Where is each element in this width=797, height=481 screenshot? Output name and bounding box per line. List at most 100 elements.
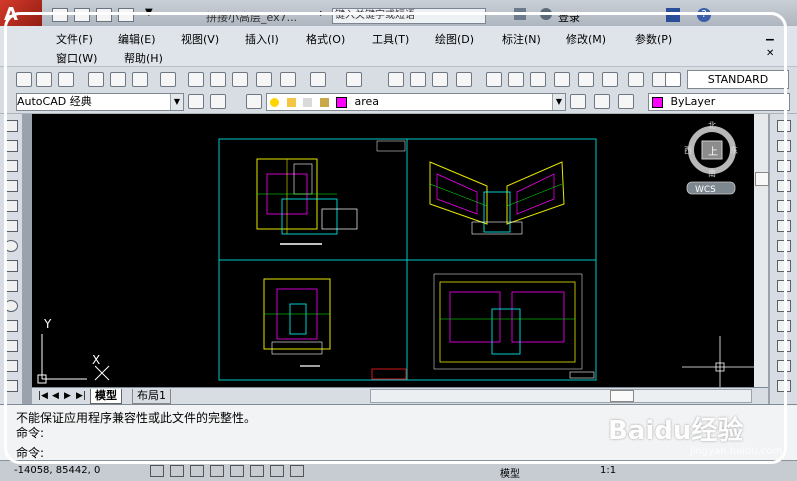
lineweight-icon[interactable]: [290, 465, 304, 477]
menu-help[interactable]: 帮助(H): [124, 50, 163, 66]
annotation-scale[interactable]: 1:1: [600, 465, 616, 476]
pan-icon[interactable]: [388, 72, 404, 87]
print-icon[interactable]: [118, 8, 134, 22]
break-icon[interactable]: [777, 340, 791, 352]
layer-state-icon[interactable]: [618, 94, 634, 109]
copy-object-icon[interactable]: [777, 140, 791, 152]
user-icon[interactable]: [540, 8, 552, 20]
make-current-layer-icon[interactable]: [570, 94, 586, 109]
fillet-icon[interactable]: [777, 380, 791, 392]
chevron-down-icon[interactable]: ▼: [170, 94, 183, 110]
workspace-settings-icon[interactable]: [188, 94, 204, 109]
sheet-set-icon[interactable]: [554, 72, 570, 87]
new-file-icon[interactable]: [52, 8, 68, 22]
osnap-icon[interactable]: [230, 465, 244, 477]
quickcalc-icon[interactable]: [602, 72, 618, 87]
menu-tools[interactable]: 工具(T): [372, 31, 409, 47]
open-icon[interactable]: [36, 72, 52, 87]
layer-select[interactable]: area ▼: [266, 93, 566, 111]
match-properties-icon[interactable]: [256, 72, 272, 87]
erase-icon[interactable]: [777, 120, 791, 132]
open-file-icon[interactable]: [74, 8, 90, 22]
circle-icon[interactable]: [4, 240, 18, 252]
plot-icon[interactable]: [88, 72, 104, 87]
viewcube[interactable]: 上 北 南 东 西 WCS: [684, 121, 738, 195]
binoculars-icon[interactable]: [514, 8, 526, 20]
dyn-icon[interactable]: [270, 465, 284, 477]
arc-icon[interactable]: [4, 220, 18, 232]
color-select[interactable]: ByLayer: [648, 93, 790, 111]
text-style-select[interactable]: STANDARD: [687, 70, 789, 89]
calculator-icon[interactable]: [628, 72, 644, 87]
offset-icon[interactable]: [777, 180, 791, 192]
mirror-icon[interactable]: [777, 160, 791, 172]
horizontal-scroll-thumb[interactable]: [610, 390, 634, 402]
hatch-icon[interactable]: [4, 380, 18, 392]
copy-icon[interactable]: [210, 72, 226, 87]
minimize-icon[interactable]: ▁: [766, 30, 774, 41]
workspace-select[interactable]: AutoCAD 经典 ▼: [16, 93, 184, 111]
publish-icon[interactable]: [132, 72, 148, 87]
save-icon[interactable]: [96, 8, 112, 22]
extend-icon[interactable]: [777, 320, 791, 332]
tab-layout1[interactable]: 布局1: [132, 389, 171, 404]
layer-previous-icon[interactable]: [594, 94, 610, 109]
tab-nav-last-icon[interactable]: ▶|: [72, 389, 90, 403]
save-icon[interactable]: [58, 72, 74, 87]
menu-insert[interactable]: 插入(I): [245, 31, 279, 47]
design-center-icon[interactable]: [508, 72, 524, 87]
chamfer-icon[interactable]: [777, 360, 791, 372]
horizontal-scrollbar[interactable]: [370, 389, 752, 403]
model-space-button[interactable]: 模型: [500, 465, 520, 480]
zoom-realtime-icon[interactable]: [410, 72, 426, 87]
tab-model[interactable]: 模型: [90, 389, 122, 404]
menu-dimension[interactable]: 标注(N): [502, 31, 541, 47]
quick-access-dropdown-icon[interactable]: ▼: [145, 7, 153, 18]
polar-icon[interactable]: [210, 465, 224, 477]
snap-icon[interactable]: [150, 465, 164, 477]
help-icon[interactable]: ?: [697, 8, 711, 22]
scale-icon[interactable]: [777, 260, 791, 272]
revision-cloud-icon[interactable]: [4, 260, 18, 272]
menu-file[interactable]: 文件(F): [56, 31, 93, 47]
redo-icon[interactable]: [346, 72, 362, 87]
block-editor-icon[interactable]: [280, 72, 296, 87]
menu-parameters[interactable]: 参数(P): [635, 31, 672, 47]
construction-line-icon[interactable]: [4, 140, 18, 152]
drawing-canvas[interactable]: Y X 上 北 南 东 西 WCS: [32, 114, 754, 387]
insert-block-icon[interactable]: [4, 320, 18, 332]
make-block-icon[interactable]: [4, 340, 18, 352]
undo-icon[interactable]: [310, 72, 326, 87]
layer-properties-icon[interactable]: [246, 94, 262, 109]
stretch-icon[interactable]: [777, 280, 791, 292]
markup-icon[interactable]: [578, 72, 594, 87]
menu-view[interactable]: 视图(V): [181, 31, 219, 47]
point-icon[interactable]: [4, 360, 18, 372]
login-button[interactable]: 登录: [558, 9, 580, 25]
vertical-scroll-thumb[interactable]: [755, 172, 769, 186]
ortho-icon[interactable]: [190, 465, 204, 477]
array-icon[interactable]: [777, 200, 791, 212]
search-input[interactable]: 键入关键字或短语: [332, 8, 486, 24]
cut-icon[interactable]: [188, 72, 204, 87]
command-prompt[interactable]: 命令:: [16, 444, 44, 461]
menu-format[interactable]: 格式(O): [306, 31, 345, 47]
polygon-icon[interactable]: [4, 180, 18, 192]
gear-icon[interactable]: [210, 94, 226, 109]
properties-icon[interactable]: [486, 72, 502, 87]
trim-icon[interactable]: [777, 300, 791, 312]
zoom-previous-icon[interactable]: [456, 72, 472, 87]
menu-edit[interactable]: 编辑(E): [118, 31, 156, 47]
qnew-icon[interactable]: [16, 72, 32, 87]
exchange-icon[interactable]: [666, 8, 680, 22]
spline-icon[interactable]: [4, 280, 18, 292]
publish-3d-icon[interactable]: [160, 72, 176, 87]
zoom-window-icon[interactable]: [432, 72, 448, 87]
menu-window[interactable]: 窗口(W): [56, 50, 97, 66]
line-icon[interactable]: [4, 120, 18, 132]
otrack-icon[interactable]: [250, 465, 264, 477]
ellipse-icon[interactable]: [4, 300, 18, 312]
chevron-down-icon[interactable]: ▼: [552, 94, 565, 110]
text-style-icon[interactable]: [665, 72, 681, 87]
rectangle-icon[interactable]: [4, 200, 18, 212]
